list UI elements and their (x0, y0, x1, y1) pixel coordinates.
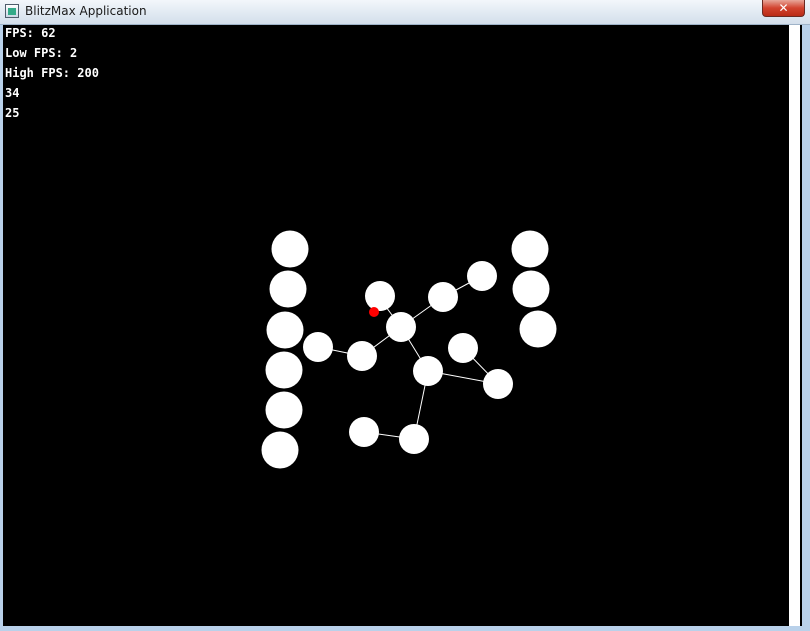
linked-balls (303, 261, 513, 454)
game-canvas[interactable]: FPS: 62 Low FPS: 2 High FPS: 200 34 25 (3, 25, 789, 626)
physics-scene (261, 230, 557, 469)
left-column (261, 230, 309, 469)
low-fps-readout: Low FPS: 2 (5, 46, 78, 60)
high-fps-readout: High FPS: 200 (5, 66, 99, 80)
debug-value-1: 34 (5, 86, 20, 100)
ball[interactable] (386, 312, 416, 342)
application-window: BlitzMax Application ✕ FPS: 62 Low FPS: … (0, 0, 810, 631)
ball[interactable] (399, 424, 429, 454)
ball[interactable] (271, 230, 309, 268)
ball[interactable] (448, 333, 478, 363)
ball[interactable] (261, 431, 299, 469)
window-bottom-border (0, 626, 810, 631)
ball[interactable] (303, 332, 333, 362)
ball[interactable] (265, 351, 303, 389)
ball[interactable] (347, 341, 377, 371)
app-window-icon[interactable] (5, 4, 19, 18)
ball[interactable] (269, 270, 307, 308)
ball[interactable] (266, 311, 304, 349)
ball[interactable] (512, 270, 550, 308)
ball[interactable] (413, 356, 443, 386)
ball[interactable] (349, 417, 379, 447)
ball[interactable] (365, 281, 395, 311)
hud-overlay: FPS: 62 Low FPS: 2 High FPS: 200 34 25 (5, 25, 99, 125)
close-button[interactable]: ✕ (762, 0, 805, 17)
ball[interactable] (467, 261, 497, 291)
right-column (511, 230, 557, 348)
fps-readout: FPS: 62 (5, 26, 56, 40)
title-bar[interactable]: BlitzMax Application ✕ (0, 0, 810, 25)
red-marker (369, 307, 379, 317)
ball[interactable] (483, 369, 513, 399)
ball[interactable] (519, 310, 557, 348)
ball[interactable] (265, 391, 303, 429)
debug-value-2: 25 (5, 106, 20, 120)
close-icon: ✕ (778, 1, 789, 15)
window-title: BlitzMax Application (25, 4, 147, 18)
ball[interactable] (511, 230, 549, 268)
gutter-divider (800, 25, 802, 626)
ball[interactable] (428, 282, 458, 312)
